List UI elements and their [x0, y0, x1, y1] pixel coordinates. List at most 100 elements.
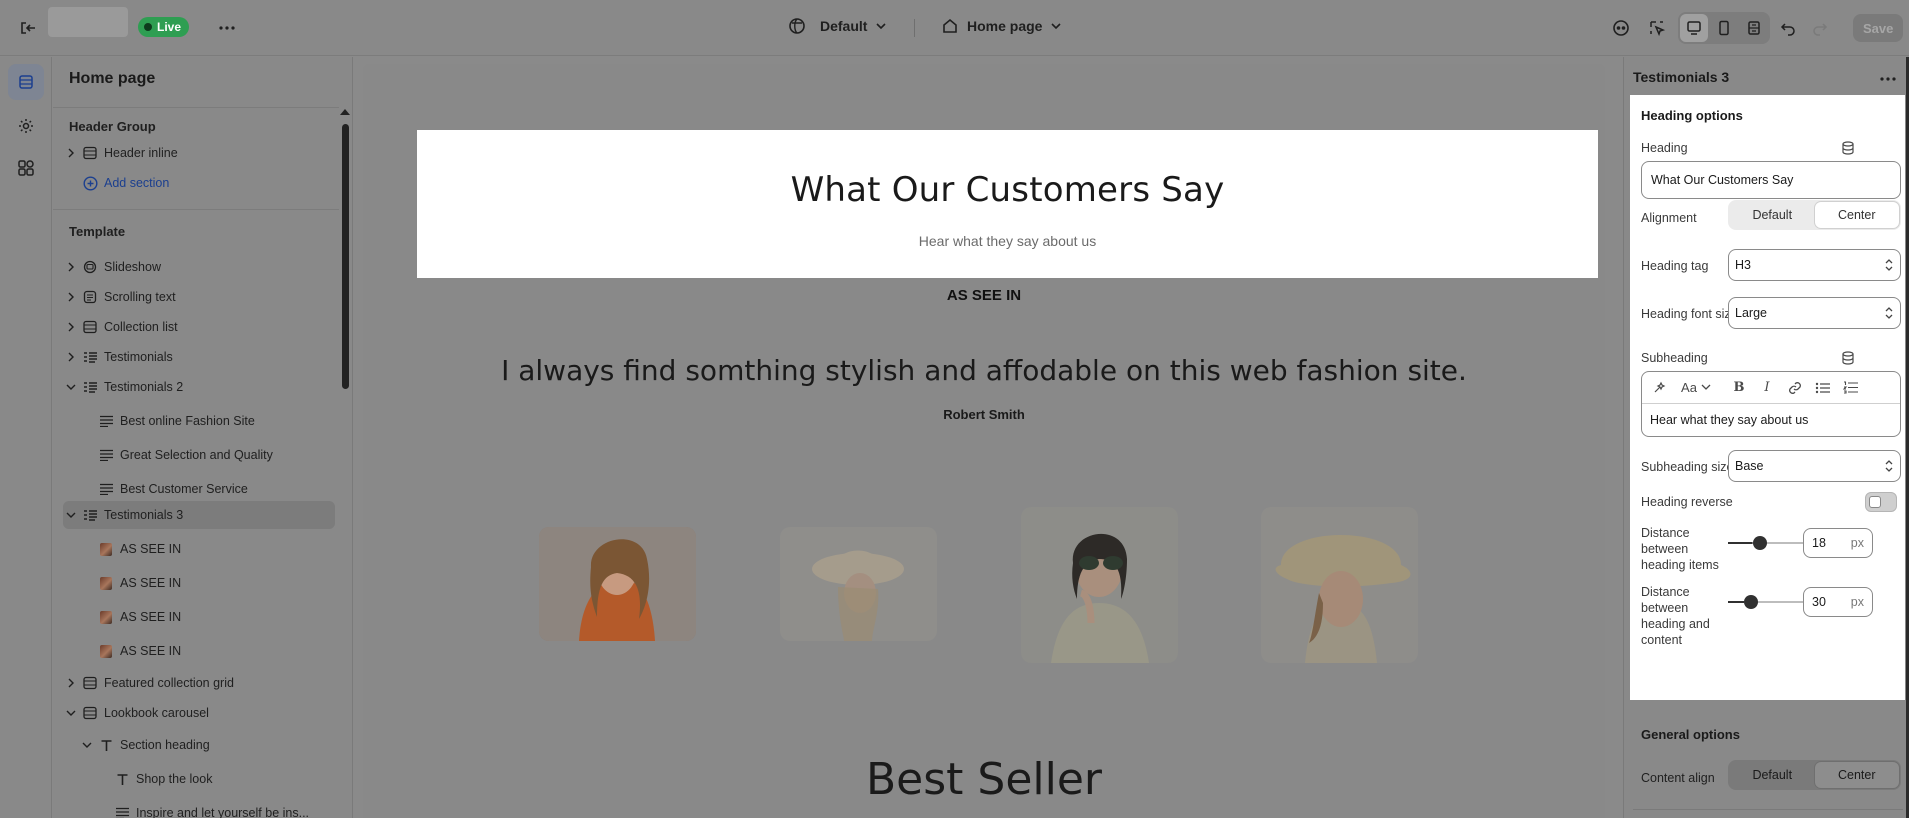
chevron-down-icon[interactable] [63, 511, 79, 519]
sidebar-scrollbar[interactable] [342, 124, 349, 389]
sidebar-item-featured-collection-grid[interactable]: Featured collection grid [63, 669, 335, 697]
testimonial-photo-4[interactable] [1261, 507, 1418, 663]
numbered-list-icon[interactable] [1838, 375, 1864, 401]
scrolling-text-icon [81, 288, 99, 306]
ai-sparkle-icon[interactable] [1646, 375, 1672, 401]
heading-label: Heading [1641, 141, 1688, 155]
add-section-button[interactable]: Add section [63, 169, 335, 197]
sidebar-item-label: Slideshow [104, 260, 161, 274]
redo-icon[interactable] [1806, 14, 1834, 42]
subheading-size-select[interactable]: Base [1728, 450, 1901, 482]
sidebar-item-as-see-in[interactable]: AS SEE IN [63, 637, 335, 665]
slider-thumb[interactable] [1752, 536, 1767, 550]
subheading-input[interactable]: Hear what they say about us [1642, 404, 1900, 436]
bold-icon[interactable]: B [1726, 375, 1752, 401]
viewport-switcher [1678, 12, 1770, 44]
chevron-right-icon[interactable] [63, 678, 79, 688]
select-element-icon[interactable] [1643, 14, 1671, 42]
italic-icon[interactable]: I [1754, 375, 1780, 401]
sidebar-item-section-heading[interactable]: Section heading [63, 731, 335, 759]
distance-items-slider[interactable] [1728, 533, 1812, 553]
chevron-right-icon[interactable] [63, 148, 79, 158]
sidebar-item-testimonials-2[interactable]: Testimonials 2 [63, 373, 335, 401]
chevron-down-icon[interactable] [63, 383, 79, 391]
sidebar-item-lookbook-carousel[interactable]: Lookbook carousel [63, 699, 335, 727]
live-label: Live [157, 20, 182, 34]
testimonial-photo-2[interactable] [780, 527, 937, 641]
sidebar-item-inspire-and-let-yourself-be-ins[interactable]: Inspire and let yourself be ins... [63, 799, 335, 818]
sidebar-item-header-inline[interactable]: Header inline [63, 139, 335, 167]
sidebar-item-as-see-in[interactable]: AS SEE IN [63, 569, 335, 597]
sidebar-item-as-see-in[interactable]: AS SEE IN [63, 603, 335, 631]
more-options-icon[interactable] [1874, 65, 1902, 93]
content-align-option-default[interactable]: Default [1730, 762, 1815, 788]
heading-reverse-toggle[interactable] [1865, 492, 1897, 512]
alignment-option-center[interactable]: Center [1814, 202, 1899, 228]
content-align-option-center[interactable]: Center [1814, 762, 1899, 788]
heading-reverse-label: Heading reverse [1641, 495, 1733, 509]
select-arrows-icon [1885, 307, 1893, 319]
sidebar-item-label: Best online Fashion Site [120, 414, 255, 428]
heading-tag-select[interactable]: H3 [1728, 249, 1901, 281]
icon-rail [0, 57, 52, 818]
fullwidth-view-icon[interactable] [1740, 14, 1768, 42]
more-options-icon[interactable] [213, 14, 241, 42]
chevron-down-icon [876, 23, 887, 30]
select-arrows-icon [1885, 259, 1893, 271]
sidebar-item-testimonials[interactable]: Testimonials [63, 343, 335, 371]
heading-font-size-value: Large [1735, 306, 1767, 320]
chevron-right-icon[interactable] [63, 292, 79, 302]
section-icon [81, 674, 99, 692]
text-style-icon[interactable]: Aa [1674, 375, 1718, 401]
exit-icon[interactable] [14, 14, 42, 42]
live-dot-icon [144, 23, 152, 31]
chevron-right-icon[interactable] [63, 322, 79, 332]
chevron-down-icon[interactable] [63, 709, 79, 717]
inspector-icon[interactable] [1607, 14, 1635, 42]
save-button[interactable]: Save [1853, 14, 1904, 42]
distance-content-input[interactable]: 30 px [1803, 587, 1873, 617]
bullet-list-icon[interactable] [1810, 375, 1836, 401]
sidebar-item-scrolling-text[interactable]: Scrolling text [63, 283, 335, 311]
heading-input[interactable]: What Our Customers Say [1641, 161, 1901, 199]
chevron-right-icon[interactable] [63, 262, 79, 272]
distance-items-label: Distance between heading items [1641, 526, 1719, 572]
distance-content-slider[interactable] [1728, 592, 1812, 612]
desktop-view-icon[interactable] [1680, 14, 1708, 42]
sidebar-item-great-selection-and-quality[interactable]: Great Selection and Quality [63, 441, 335, 469]
testimonial-photo-3[interactable] [1021, 507, 1178, 663]
dynamic-source-icon[interactable] [1841, 141, 1855, 158]
apps-icon[interactable] [8, 150, 44, 186]
chevron-down-icon[interactable] [79, 741, 95, 749]
page-label: Home page [967, 18, 1043, 34]
sidebar-item-best-customer-service[interactable]: Best Customer Service [63, 475, 335, 503]
alignment-option-default[interactable]: Default [1730, 202, 1815, 228]
panel-divider [1633, 809, 1903, 810]
sections-icon[interactable] [8, 64, 44, 100]
theme-selector[interactable]: Default [788, 17, 887, 35]
sidebar-scroll-up-icon[interactable] [340, 109, 350, 115]
heading-font-size-select[interactable]: Large [1728, 297, 1901, 329]
storefront-preview[interactable]: What Our Customers Say Hear what they sa… [363, 64, 1605, 818]
testimonials-heading-block[interactable]: What Our Customers Say Hear what they sa… [417, 130, 1598, 278]
distance-content-unit: px [1850, 595, 1864, 609]
page-selector[interactable]: Home page [941, 17, 1062, 35]
preview-block-title: AS SEE IN [946, 287, 1022, 304]
dynamic-source-icon[interactable] [1841, 351, 1855, 368]
sidebar-item-collection-list[interactable]: Collection list [63, 313, 335, 341]
sidebar-item-as-see-in[interactable]: AS SEE IN [63, 535, 335, 563]
distance-items-input[interactable]: 18 px [1803, 528, 1873, 558]
link-icon[interactable] [1782, 375, 1808, 401]
sidebar-item-testimonials-3[interactable]: Testimonials 3 [63, 501, 335, 529]
chevron-right-icon[interactable] [63, 352, 79, 362]
sidebar-item-slideshow[interactable]: Slideshow [63, 253, 335, 281]
testimonial-photo-1[interactable] [539, 527, 696, 641]
undo-icon[interactable] [1774, 14, 1802, 42]
slider-thumb[interactable] [1744, 595, 1759, 609]
sidebar-item-label: AS SEE IN [120, 610, 182, 624]
theme-settings-icon[interactable] [8, 108, 44, 144]
slider-track [1728, 601, 1812, 603]
sidebar-item-best-online-fashion-site[interactable]: Best online Fashion Site [63, 407, 335, 435]
mobile-view-icon[interactable] [1710, 14, 1738, 42]
sidebar-item-shop-the-look[interactable]: Shop the look [63, 765, 335, 793]
